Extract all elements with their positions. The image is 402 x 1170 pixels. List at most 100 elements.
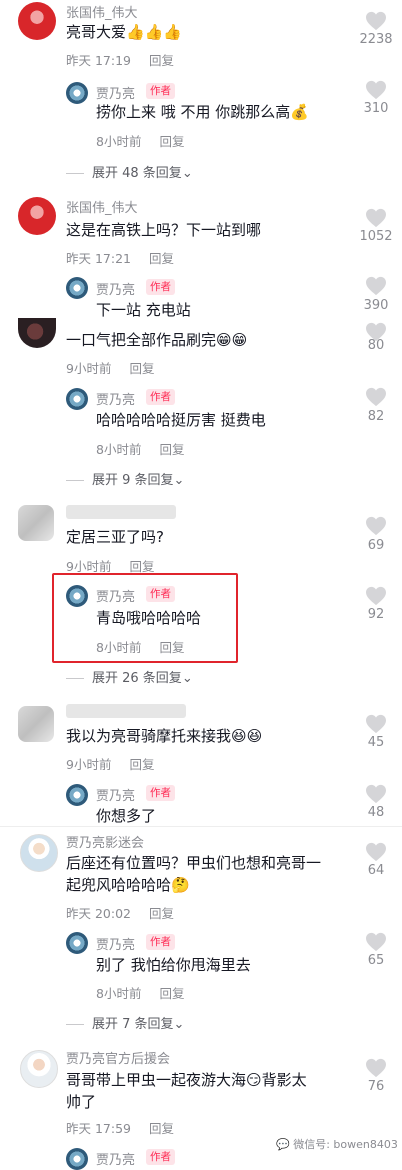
reply-button[interactable]: 回复 (149, 906, 174, 921)
comment-text: 定居三亚了吗? (66, 528, 164, 546)
author-tag: 作者 (146, 83, 175, 99)
username[interactable]: 贾乃亮 (96, 1149, 135, 1168)
author-tag: 作者 (146, 785, 175, 801)
avatar[interactable] (18, 318, 56, 348)
avatar[interactable] (18, 505, 54, 541)
username[interactable]: 贾乃亮 (96, 934, 135, 953)
heart-outline-icon[interactable] (365, 714, 387, 734)
comment-text-line2: 起兜风哈哈哈哈🤔 (66, 873, 190, 897)
like-count: 1052 (359, 229, 393, 244)
heart-outline-icon[interactable] (365, 516, 387, 536)
grin-emoji: 😁😁 (216, 331, 248, 349)
avatar[interactable] (66, 784, 88, 806)
username[interactable]: 贾乃亮 (96, 785, 135, 804)
avatar[interactable] (20, 1050, 58, 1088)
avatar[interactable] (66, 585, 88, 607)
comment-text: 青岛哦哈哈哈哈 (96, 609, 202, 627)
chevron-down-icon: ⌄ (181, 671, 193, 686)
chevron-down-icon: ⌄ (173, 473, 185, 488)
expand-replies-button[interactable]: 展开 9 条回复⌄ (66, 469, 184, 488)
heart-outline-icon[interactable] (365, 842, 387, 862)
username[interactable]: 贾乃亮影迷会 (66, 832, 144, 851)
author-tag: 作者 (146, 1149, 175, 1165)
like-count: 76 (367, 1079, 385, 1094)
comment-meta: 昨天 17:21 回复 (66, 251, 175, 266)
chevron-down-icon: ⌄ (173, 1017, 185, 1032)
avatar[interactable] (18, 2, 56, 40)
smirk-emoji: 😏 (246, 1071, 262, 1089)
reply-button[interactable]: 回复 (129, 757, 154, 772)
reply-button[interactable]: 回复 (149, 251, 174, 266)
reply-button[interactable]: 回复 (159, 442, 184, 457)
comment-text: 下一站 充电站 (96, 301, 191, 319)
comment-meta: 8小时前 回复 (96, 986, 185, 1001)
username[interactable]: 贾乃亮 (96, 279, 135, 298)
comment-text: 别了 我怕给你甩海里去 (96, 956, 251, 974)
like-count: 390 (363, 298, 389, 313)
heart-outline-icon[interactable] (365, 1058, 387, 1078)
like-count: 45 (367, 735, 385, 750)
avatar[interactable] (20, 834, 58, 872)
expand-replies-button[interactable]: 展开 48 条回复⌄ (66, 162, 193, 181)
comment-meta: 9小时前 回复 (66, 361, 155, 376)
reply-button[interactable]: 回复 (159, 134, 184, 149)
avatar[interactable] (66, 82, 88, 104)
author-tag: 作者 (146, 279, 175, 295)
username[interactable]: 贾乃亮官方后援会 (66, 1048, 170, 1067)
username[interactable]: 张国伟_伟大 (66, 2, 138, 21)
reply-button[interactable]: 回复 (149, 53, 174, 68)
comment-meta: 8小时前 回复 (96, 134, 185, 149)
comment-text: 我以为亮哥骑摩托来接我😆😆 (66, 724, 262, 748)
laughing-emoji: 😆😆 (231, 727, 263, 745)
like-count: 64 (367, 863, 385, 878)
reply-button[interactable]: 回复 (129, 361, 154, 376)
heart-outline-icon[interactable] (365, 208, 387, 228)
username-redacted (66, 505, 176, 519)
reply-button[interactable]: 回复 (149, 1121, 174, 1136)
reply-button[interactable]: 回复 (159, 986, 184, 1001)
like-count: 82 (367, 409, 385, 424)
comment-text: 捞你上来 哦 不用 你跳那么高💰 (96, 100, 309, 124)
like-count: 2238 (359, 32, 393, 47)
avatar[interactable] (18, 197, 56, 235)
avatar[interactable] (66, 277, 88, 299)
comment-text: 后座还有位置吗？甲虫们也想和亮哥一 (66, 854, 322, 872)
username-redacted (66, 704, 186, 718)
avatar[interactable] (66, 1148, 88, 1170)
reply-button[interactable]: 回复 (129, 559, 154, 574)
heart-outline-icon[interactable] (365, 80, 387, 100)
comment-text: 一口气把全部作品刷完😁😁 (66, 328, 247, 352)
comment-text: 哥哥带上甲虫一起夜游大海😏背影太 (66, 1068, 307, 1092)
avatar[interactable] (66, 388, 88, 410)
expand-replies-button[interactable]: 展开 7 条回复⌄ (66, 1013, 184, 1032)
chevron-down-icon: ⌄ (181, 166, 193, 181)
username[interactable]: 张国伟_伟大 (66, 197, 138, 216)
heart-outline-icon[interactable] (365, 276, 387, 296)
comment-meta: 9小时前 回复 (66, 757, 155, 772)
like-count: 80 (367, 338, 385, 353)
heart-outline-icon[interactable] (365, 932, 387, 952)
heart-outline-icon[interactable] (365, 387, 387, 407)
heart-outline-icon[interactable] (365, 784, 387, 804)
comment-meta: 昨天 20:02 回复 (66, 906, 175, 921)
thumbs-up-emoji: 👍👍👍 (126, 23, 183, 41)
wechat-icon: 💬 (276, 1138, 290, 1151)
author-tag: 作者 (146, 934, 175, 950)
heart-outline-icon[interactable] (365, 11, 387, 31)
comment-meta: 昨天 17:19 回复 (66, 53, 175, 68)
watermark: 💬 微信号: bowen8403 (276, 1138, 398, 1151)
comment-meta: 昨天 17:59 回复 (66, 1121, 175, 1136)
comment-meta: 8小时前 回复 (96, 442, 185, 457)
comment-text: 你想多了 (96, 807, 157, 825)
reply-button[interactable]: 回复 (159, 640, 184, 655)
avatar[interactable] (18, 706, 54, 742)
money-bag-emoji: 💰 (290, 103, 309, 121)
username[interactable]: 贾乃亮 (96, 586, 135, 605)
avatar[interactable] (66, 932, 88, 954)
like-count: 69 (367, 538, 385, 553)
expand-replies-button[interactable]: 展开 26 条回复⌄ (66, 667, 193, 686)
comment-text: 这是在高铁上吗？下一站到哪 (66, 221, 262, 239)
heart-outline-icon[interactable] (365, 586, 387, 606)
thinking-emoji: 🤔 (171, 876, 190, 894)
username[interactable]: 贾乃亮 (96, 389, 135, 408)
